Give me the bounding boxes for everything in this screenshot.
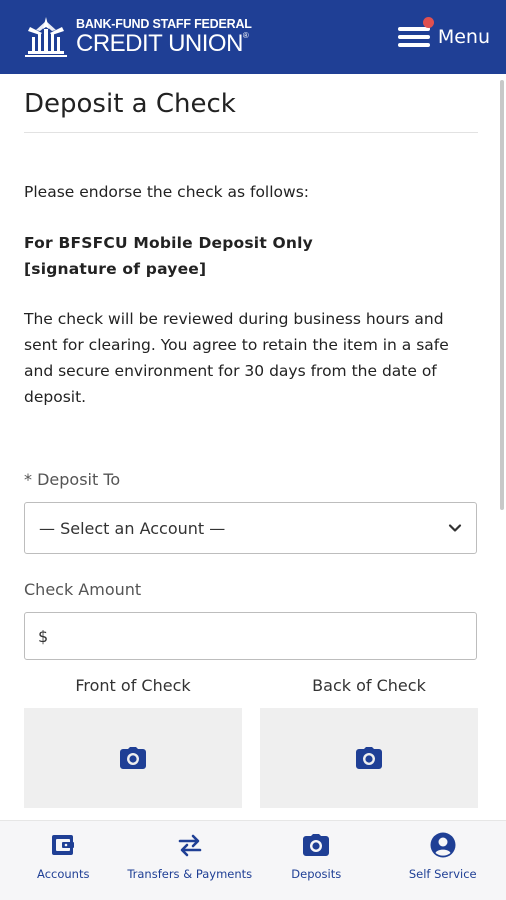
endorse-instruction: Please endorse the check as follows: [24, 183, 310, 201]
nav-accounts[interactable]: Accounts [0, 821, 127, 900]
deposit-to-select[interactable]: — Select an Account — [24, 502, 477, 554]
nav-self-service[interactable]: Self Service [380, 821, 506, 900]
nav-transfers-payments-label: Transfers & Payments [127, 867, 253, 881]
title-divider [24, 132, 478, 133]
nav-deposits[interactable]: Deposits [253, 821, 380, 900]
logo-emblem-icon [25, 17, 67, 57]
registered-mark: ® [242, 30, 249, 40]
logo-text-main: CREDIT UNION® [76, 29, 252, 57]
app-header: BANK-FUND STAFF FEDERAL CREDIT UNION® Me… [0, 0, 506, 74]
deposit-to-value: — Select an Account — [39, 518, 226, 538]
nav-deposits-label: Deposits [291, 867, 342, 881]
wallet-icon [52, 835, 75, 855]
front-of-check-label: Front of Check [75, 676, 191, 695]
nav-accounts-label: Accounts [37, 867, 90, 881]
notification-dot [422, 17, 434, 28]
logo-text-main-label: CREDIT UNION [76, 29, 243, 57]
chevron-down-icon [448, 524, 462, 532]
endorsement-line-1: For BFSFCU Mobile Deposit Only [24, 234, 313, 252]
credit-union-logo[interactable]: BANK-FUND STAFF FEDERAL CREDIT UNION® [22, 15, 252, 59]
hamburger-icon [397, 17, 434, 49]
review-notice: The check will be reviewed during busine… [24, 310, 449, 406]
check-amount-input[interactable]: $ [24, 612, 477, 660]
user-circle-icon [430, 832, 456, 858]
page-title: Deposit a Check [24, 89, 236, 119]
endorsement-line-2: [signature of payee] [24, 260, 207, 278]
transfer-arrows-icon [178, 834, 202, 857]
check-image-row: Front of Check Back of Check [24, 676, 478, 808]
deposit-content: Deposit a Check Please endorse the check… [24, 74, 478, 808]
nav-self-service-label: Self Service [408, 867, 477, 881]
deposit-to-label: * Deposit To [24, 470, 121, 489]
camera-icon [356, 747, 382, 769]
menu-label: Menu [437, 26, 490, 48]
scrollbar[interactable] [500, 80, 504, 510]
camera-icon [120, 747, 146, 769]
currency-prefix: $ [38, 626, 49, 646]
bottom-navigation: Accounts Transfers & Payments Deposits S… [0, 820, 506, 900]
nav-transfers-payments[interactable]: Transfers & Payments [127, 821, 254, 900]
check-amount-label: Check Amount [24, 580, 142, 599]
menu-button[interactable]: Menu [397, 12, 490, 62]
front-of-check-capture[interactable] [24, 708, 242, 808]
back-of-check-capture[interactable] [260, 708, 478, 808]
endorsement-text: For BFSFCU Mobile Deposit Only [signatur… [24, 230, 478, 282]
back-of-check-label: Back of Check [312, 676, 426, 695]
camera-icon [303, 834, 330, 856]
